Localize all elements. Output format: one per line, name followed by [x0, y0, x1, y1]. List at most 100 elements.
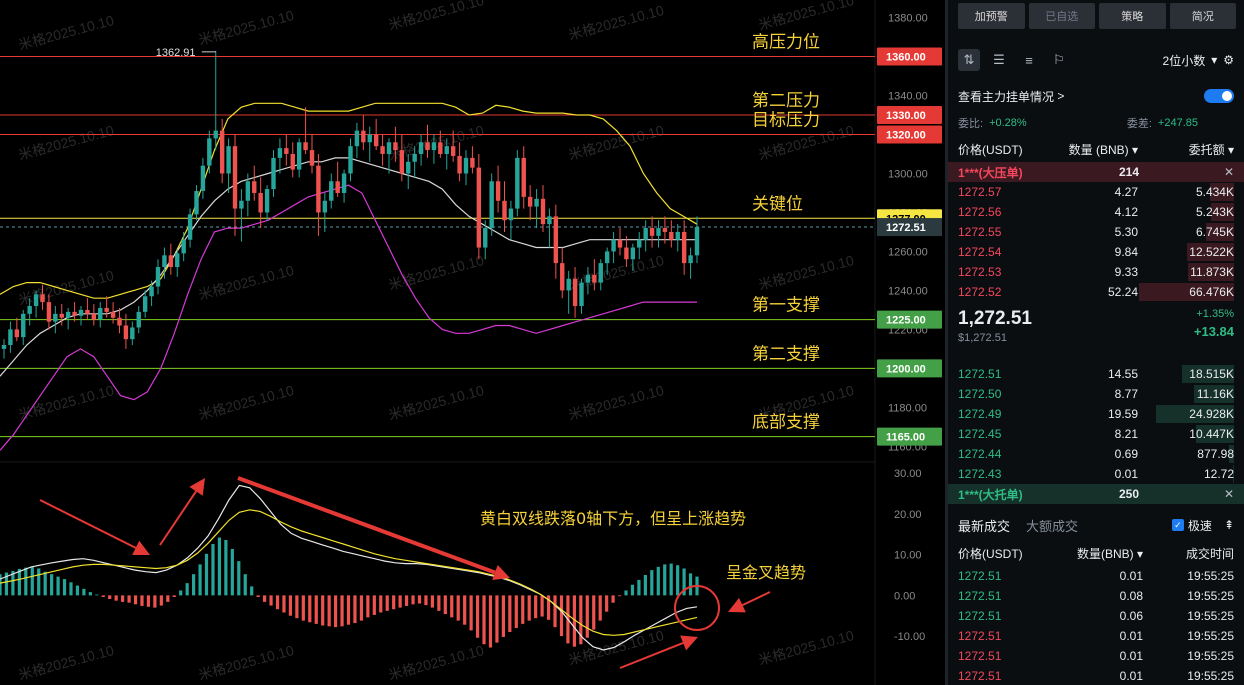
macd-hist-bar	[553, 595, 557, 628]
view-main-orders-row[interactable]: 查看主力挂单情况 >	[948, 82, 1244, 110]
big-bid-order[interactable]: 1***(大托单) 250 ✕	[948, 484, 1244, 504]
level-label: 目标压力	[752, 110, 820, 130]
candle-body	[46, 302, 52, 322]
macd-hist-bar	[198, 564, 202, 596]
macd-tick-label: 30.00	[894, 468, 922, 480]
trade-time: 19:55:25	[1187, 649, 1234, 663]
macd-hist-bar	[424, 595, 428, 606]
trade-price: 1272.51	[958, 629, 1002, 643]
order-price: 1272.50	[958, 387, 1002, 401]
change-percent: +1.35%	[1196, 308, 1234, 320]
order-qty: 52.24	[1107, 285, 1138, 299]
ask-order-row[interactable]: 1272.55 5.30 6.745K	[948, 222, 1244, 242]
bid-order-row[interactable]: 1272.49 19.59 24.928K	[948, 404, 1244, 424]
chart-canvas[interactable]: 米格2025.10.10 米格2025.10.10 米格2025.10.10 米格20…	[0, 0, 945, 685]
speed-label: 极速	[1187, 518, 1212, 533]
price-tick-label: 1240.00	[888, 285, 928, 297]
speed-toggle[interactable]: ✓ 极速 ⇞	[1171, 517, 1234, 534]
add-alert-button[interactable]: 加预警	[958, 3, 1025, 29]
bid-order-row[interactable]: 1272.45 8.21 10.447K	[948, 424, 1244, 444]
watermark-text: 米格2025.10.10	[757, 252, 856, 293]
macd-tick-label: 10.00	[894, 550, 922, 562]
price-tag-label: 1225.00	[886, 315, 926, 327]
close-icon[interactable]: ✕	[1139, 165, 1234, 179]
watermark-text: 米格2025.10.10	[197, 262, 296, 303]
macd-hist-bar	[372, 595, 376, 615]
overview-button[interactable]: 简况	[1169, 3, 1236, 29]
strategy-button[interactable]: 策略	[1099, 3, 1166, 29]
watermark-text: 米格2025.10.10	[757, 0, 856, 33]
both-sides-view-icon[interactable]: ⇅	[958, 49, 980, 71]
candle-body	[207, 138, 212, 166]
candle-body	[335, 181, 340, 193]
check-icon[interactable]: ✓	[1171, 519, 1184, 531]
bids-only-view-icon[interactable]: ☰	[988, 49, 1010, 71]
ob-header-total[interactable]: 委托额 ▾	[1138, 141, 1234, 158]
trade-qty: 0.01	[1119, 649, 1143, 663]
bid-order-row[interactable]: 1272.43 0.01 12.72	[948, 464, 1244, 484]
ask-order-row[interactable]: 1272.53 9.33 11.873K	[948, 262, 1244, 282]
candle-body	[662, 228, 668, 232]
candle-body	[155, 267, 161, 287]
decimals-select[interactable]: 2位小数 ▾ ⚙	[1163, 52, 1234, 69]
candle-body	[572, 278, 578, 307]
macd-hist-bar	[508, 595, 512, 633]
decimals-label: 2位小数	[1162, 53, 1206, 68]
macd-hist-bar	[224, 539, 228, 596]
main-orders-toggle[interactable]	[1204, 89, 1234, 103]
macd-hist-bar	[82, 588, 86, 596]
settings-icon[interactable]: ⚙	[1223, 53, 1234, 67]
order-price: 1272.55	[958, 225, 1002, 239]
candle-body	[418, 142, 424, 154]
macd-hist-bar	[366, 595, 370, 618]
macd-hist-bar	[211, 544, 215, 596]
candle-body	[470, 157, 475, 168]
close-icon[interactable]: ✕	[1139, 487, 1234, 501]
macd-hist-bar	[514, 595, 518, 628]
candle-body	[637, 239, 642, 248]
ask-order-row[interactable]: 1272.52 52.24 66.476K	[948, 282, 1244, 302]
candle-body	[373, 134, 379, 147]
ask-order-row[interactable]: 1272.54 9.84 12.522K	[948, 242, 1244, 262]
order-qty: 4.12	[1114, 205, 1138, 219]
macd-hist-bar	[114, 595, 118, 601]
trade-qty: 0.01	[1119, 629, 1143, 643]
order-price: 1272.56	[958, 205, 1002, 219]
ask-order-row[interactable]: 1272.57 4.27 5.434K	[948, 182, 1244, 202]
flag-icon[interactable]: ⚐	[1048, 49, 1070, 71]
macd-hist-bar	[237, 561, 241, 596]
ob-header-qty[interactable]: 数量 (BNB) ▾	[1058, 141, 1138, 158]
candlestick-chart[interactable]: 米格2025.10.10 米格2025.10.10 米格2025.10.10 米格20…	[0, 0, 945, 685]
candle-body	[406, 161, 411, 174]
macd-hist-bar	[185, 583, 189, 596]
trade-time: 19:55:25	[1187, 629, 1234, 643]
candle-body	[579, 282, 584, 307]
bid-order-row[interactable]: 1272.51 14.55 18.515K	[948, 364, 1244, 384]
macd-hist-bar	[243, 574, 247, 596]
tr-header-qty[interactable]: 数量(BNB) ▾	[1068, 545, 1143, 562]
asks-only-view-icon[interactable]: ≡	[1018, 49, 1040, 71]
big-ask-order[interactable]: 1***(大压单) 214 ✕	[948, 162, 1244, 182]
order-qty: 9.33	[1114, 265, 1138, 279]
order-price: 1272.57	[958, 185, 1002, 199]
candle-body	[85, 309, 90, 314]
order-qty: 0.01	[1114, 467, 1138, 481]
macd-hist-bar	[540, 595, 544, 617]
ask-order-row[interactable]: 1272.56 4.12 5.243K	[948, 202, 1244, 222]
watermark-text: 米格2025.10.10	[567, 382, 666, 423]
order-total: 18.515K	[1189, 367, 1234, 381]
bid-order-row[interactable]: 1272.44 0.69 877.98	[948, 444, 1244, 464]
macd-hist-bar	[495, 595, 499, 643]
ratio-value: +0.28%	[989, 117, 1027, 129]
candle-body	[277, 148, 283, 158]
trades-header: 价格(USDT) 数量(BNB) ▾ 成交时间	[948, 540, 1244, 566]
watchlist-button[interactable]: 已自选	[1028, 3, 1095, 29]
tab-latest-trades[interactable]: 最新成交	[958, 516, 1010, 535]
filter-icon[interactable]: ⇞	[1224, 518, 1234, 532]
candle-body	[341, 173, 347, 193]
tab-large-trades[interactable]: 大额成交	[1026, 516, 1078, 535]
bid-order-row[interactable]: 1272.50 8.77 11.16K	[948, 384, 1244, 404]
candle-body	[476, 167, 482, 248]
candle-body	[450, 146, 456, 156]
trades-tabs: 最新成交 大额成交 ✓ 极速 ⇞	[948, 510, 1244, 540]
